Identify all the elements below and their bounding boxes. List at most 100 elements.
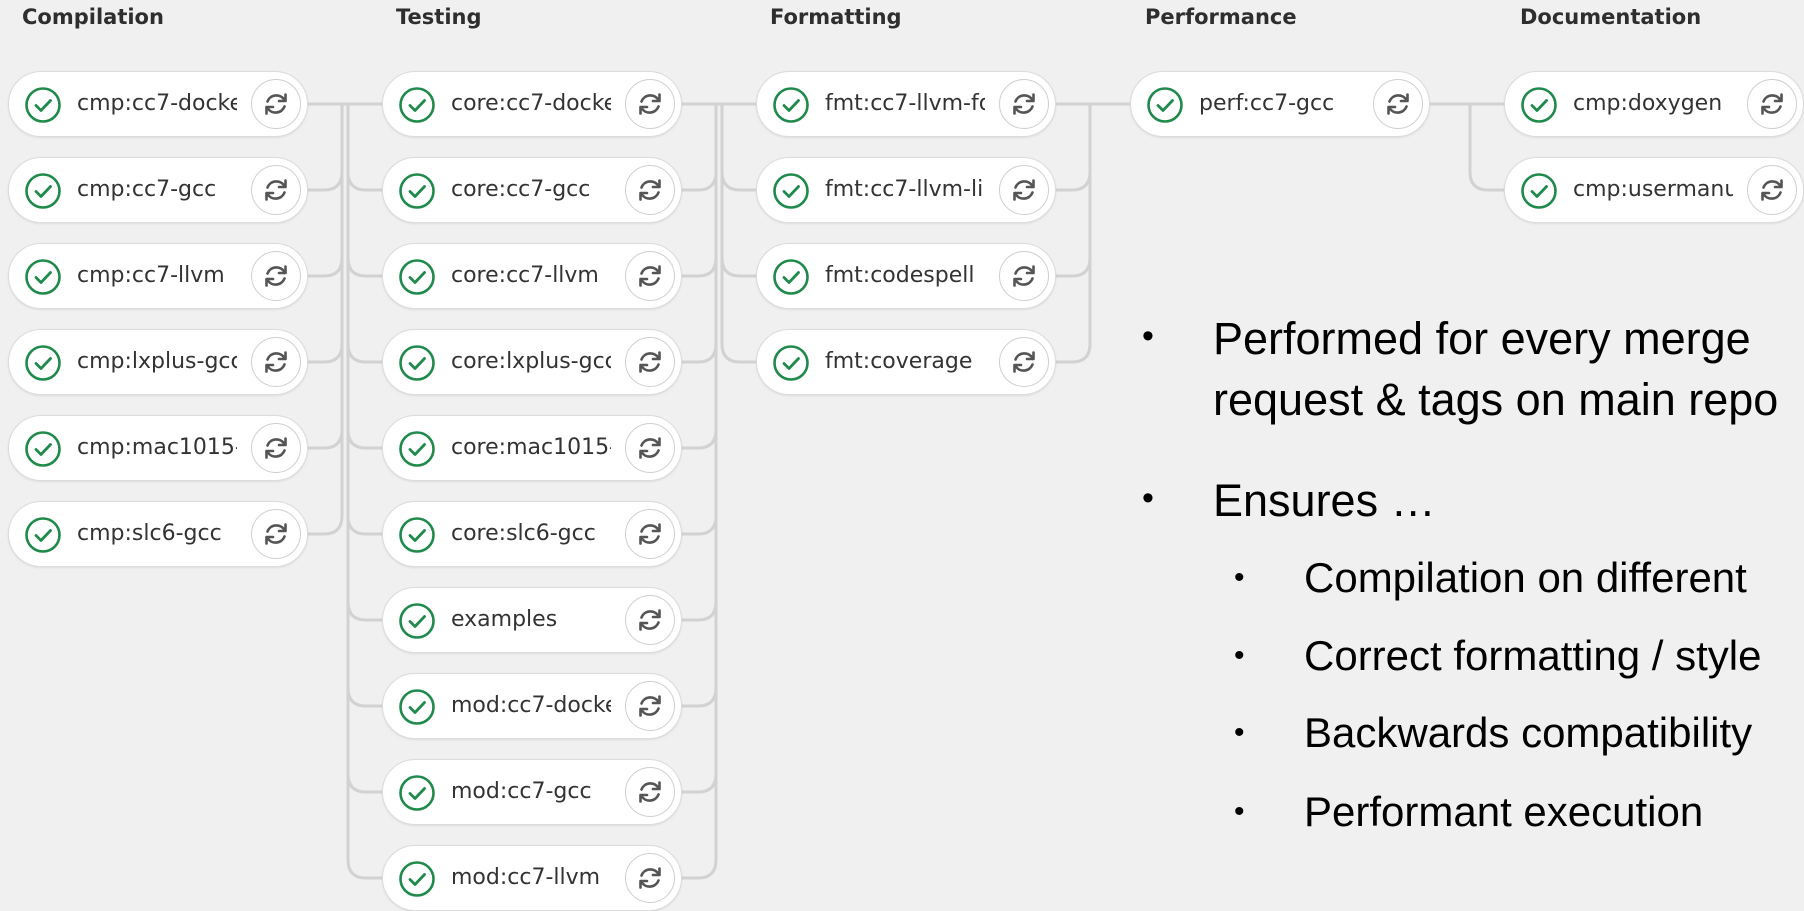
job-name: core:lxplus-gcc bbox=[451, 349, 611, 374]
retry-button[interactable] bbox=[625, 853, 675, 903]
retry-button[interactable] bbox=[625, 251, 675, 301]
job-fmt-coverage[interactable]: fmt:coverage bbox=[756, 329, 1056, 395]
check-circle-icon bbox=[399, 517, 435, 553]
job-name: fmt:cc7-llvm-fo... bbox=[825, 91, 985, 116]
retry-icon bbox=[1013, 351, 1035, 373]
retry-button[interactable] bbox=[625, 681, 675, 731]
job-perf-cc7-gcc[interactable]: perf:cc7-gcc bbox=[1130, 71, 1430, 137]
retry-button[interactable] bbox=[625, 509, 675, 559]
retry-button[interactable] bbox=[999, 337, 1049, 387]
retry-button[interactable] bbox=[625, 79, 675, 129]
check-circle-icon bbox=[25, 345, 61, 381]
check-circle-icon bbox=[399, 603, 435, 639]
job-core-slc6-gcc[interactable]: core:slc6-gcc bbox=[382, 501, 682, 567]
retry-button[interactable] bbox=[251, 79, 301, 129]
retry-button[interactable] bbox=[625, 165, 675, 215]
retry-icon bbox=[1013, 265, 1035, 287]
job-core-mac1015[interactable]: core:mac1015-... bbox=[382, 415, 682, 481]
retry-button[interactable] bbox=[625, 595, 675, 645]
check-circle-icon bbox=[399, 87, 435, 123]
job-name: cmp:usermanual bbox=[1573, 177, 1733, 202]
retry-icon bbox=[639, 781, 661, 803]
job-core-cc7-gcc[interactable]: core:cc7-gcc bbox=[382, 157, 682, 223]
retry-button[interactable] bbox=[1747, 79, 1797, 129]
retry-icon bbox=[1761, 93, 1783, 115]
check-circle-icon bbox=[773, 345, 809, 381]
job-name: core:cc7-llvm bbox=[451, 263, 599, 288]
check-circle-icon bbox=[25, 517, 61, 553]
job-mod-cc7-docker[interactable]: mod:cc7-docker bbox=[382, 673, 682, 739]
job-cmp-cc7-llvm[interactable]: cmp:cc7-llvm bbox=[8, 243, 308, 309]
stage-title-performance: Performance bbox=[1145, 5, 1297, 29]
job-core-lxplus-gcc[interactable]: core:lxplus-gcc bbox=[382, 329, 682, 395]
retry-button[interactable] bbox=[251, 509, 301, 559]
job-cmp-usermanual[interactable]: cmp:usermanual bbox=[1504, 157, 1804, 223]
check-circle-icon bbox=[773, 259, 809, 295]
check-circle-icon bbox=[25, 259, 61, 295]
job-name: fmt:coverage bbox=[825, 349, 973, 374]
job-cmp-cc7-gcc[interactable]: cmp:cc7-gcc bbox=[8, 157, 308, 223]
job-fmt-cc7-llvm-fo[interactable]: fmt:cc7-llvm-fo... bbox=[756, 71, 1056, 137]
retry-button[interactable] bbox=[625, 337, 675, 387]
retry-icon bbox=[265, 523, 287, 545]
stage-title-documentation: Documentation bbox=[1520, 5, 1702, 29]
retry-button[interactable] bbox=[1373, 79, 1423, 129]
retry-button[interactable] bbox=[999, 79, 1049, 129]
job-name: fmt:codespell bbox=[825, 263, 975, 288]
job-fmt-codespell[interactable]: fmt:codespell bbox=[756, 243, 1056, 309]
retry-icon bbox=[1387, 93, 1409, 115]
job-name: cmp:doxygen bbox=[1573, 91, 1723, 116]
check-circle-icon bbox=[1521, 87, 1557, 123]
retry-icon bbox=[1013, 93, 1035, 115]
check-circle-icon bbox=[399, 345, 435, 381]
job-name: cmp:lxplus-gcc bbox=[77, 349, 237, 374]
retry-button[interactable] bbox=[251, 251, 301, 301]
retry-icon bbox=[639, 523, 661, 545]
job-name: cmp:cc7-gcc bbox=[77, 177, 217, 202]
job-name: cmp:slc6-gcc bbox=[77, 521, 222, 546]
job-core-cc7-docker[interactable]: core:cc7-docker bbox=[382, 71, 682, 137]
job-name: mod:cc7-gcc bbox=[451, 779, 592, 804]
retry-icon bbox=[639, 351, 661, 373]
check-circle-icon bbox=[399, 173, 435, 209]
retry-button[interactable] bbox=[999, 165, 1049, 215]
check-circle-icon bbox=[25, 173, 61, 209]
job-core-cc7-llvm[interactable]: core:cc7-llvm bbox=[382, 243, 682, 309]
stage-title-testing: Testing bbox=[396, 5, 482, 29]
job-name: cmp:cc7-llvm bbox=[77, 263, 225, 288]
check-circle-icon bbox=[399, 861, 435, 897]
job-cmp-mac1015[interactable]: cmp:mac1015-... bbox=[8, 415, 308, 481]
job-cmp-lxplus-gcc[interactable]: cmp:lxplus-gcc bbox=[8, 329, 308, 395]
retry-button[interactable] bbox=[251, 337, 301, 387]
retry-button[interactable] bbox=[625, 423, 675, 473]
retry-button[interactable] bbox=[251, 423, 301, 473]
check-circle-icon bbox=[25, 87, 61, 123]
job-cmp-cc7-docker[interactable]: cmp:cc7-docker bbox=[8, 71, 308, 137]
job-examples[interactable]: examples bbox=[382, 587, 682, 653]
job-name: cmp:cc7-docker bbox=[77, 91, 237, 116]
retry-icon bbox=[639, 437, 661, 459]
pipeline-graph: Compilation cmp:cc7-docker cmp:cc7-gcc c… bbox=[0, 0, 1804, 911]
check-circle-icon bbox=[25, 431, 61, 467]
check-circle-icon bbox=[399, 259, 435, 295]
job-mod-cc7-llvm[interactable]: mod:cc7-llvm bbox=[382, 845, 682, 911]
retry-button[interactable] bbox=[625, 767, 675, 817]
retry-icon bbox=[265, 437, 287, 459]
check-circle-icon bbox=[399, 431, 435, 467]
job-name: mod:cc7-docker bbox=[451, 693, 611, 718]
retry-icon bbox=[639, 867, 661, 889]
job-name: mod:cc7-llvm bbox=[451, 865, 601, 890]
retry-icon bbox=[265, 351, 287, 373]
retry-button[interactable] bbox=[999, 251, 1049, 301]
job-cmp-doxygen[interactable]: cmp:doxygen bbox=[1504, 71, 1804, 137]
retry-button[interactable] bbox=[251, 165, 301, 215]
job-fmt-cc7-llvm-lint[interactable]: fmt:cc7-llvm-lint bbox=[756, 157, 1056, 223]
retry-button[interactable] bbox=[1747, 165, 1797, 215]
job-mod-cc7-gcc[interactable]: mod:cc7-gcc bbox=[382, 759, 682, 825]
job-cmp-slc6-gcc[interactable]: cmp:slc6-gcc bbox=[8, 501, 308, 567]
job-name: core:mac1015-... bbox=[451, 435, 611, 460]
job-name: core:slc6-gcc bbox=[451, 521, 596, 546]
stage-title-formatting: Formatting bbox=[770, 5, 902, 29]
job-name: fmt:cc7-llvm-lint bbox=[825, 177, 985, 202]
check-circle-icon bbox=[773, 87, 809, 123]
